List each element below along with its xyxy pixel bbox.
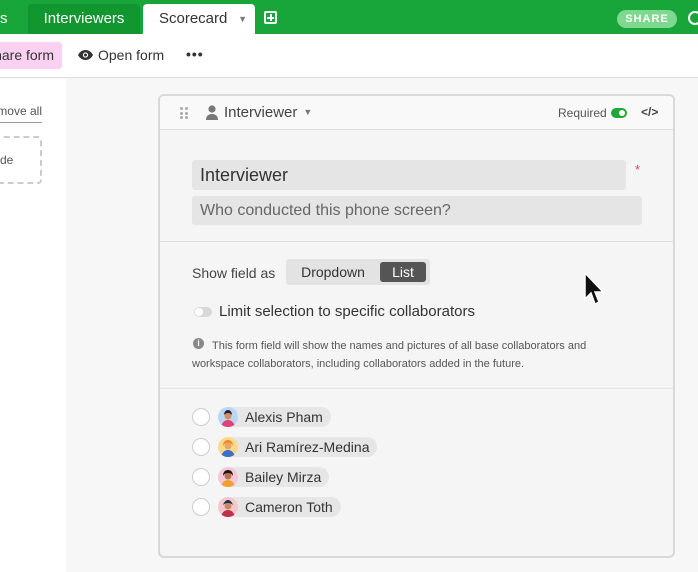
radio-button[interactable]: [192, 438, 210, 456]
field-description-input[interactable]: Who conducted this phone screen?: [192, 196, 642, 225]
required-toggle[interactable]: [611, 108, 627, 118]
person-icon: [206, 105, 218, 120]
tab-scorecard-label: Scorecard: [159, 10, 228, 27]
form-field-card[interactable]: Interviewer ▼ Required </> Interviewer * …: [158, 94, 675, 558]
show-field-label: Show field as: [192, 265, 276, 281]
collaborator-name: Bailey Mirza: [245, 469, 322, 485]
avatar: [218, 497, 238, 517]
collaborator-pill: Alexis Pham: [218, 407, 331, 427]
view-toolbar: Share form Open form •••: [0, 34, 698, 78]
tab-previous[interactable]: s: [0, 4, 22, 34]
chevron-down-icon[interactable]: ▼: [238, 4, 247, 34]
limit-collaborators-label[interactable]: Limit selection to specific collaborator…: [219, 303, 475, 320]
display-mode-toggle: Dropdown List: [286, 259, 430, 285]
display-dropdown-option[interactable]: Dropdown: [286, 259, 380, 285]
drag-handle-icon[interactable]: [180, 107, 188, 119]
info-text: This form field will show the names and …: [192, 340, 587, 370]
share-button[interactable]: SHARE: [617, 10, 677, 28]
field-card-header: Interviewer ▼ Required </>: [160, 96, 673, 130]
history-icon[interactable]: [688, 11, 698, 25]
collaborator-name: Alexis Pham: [245, 409, 323, 425]
open-form-label: Open form: [98, 47, 165, 63]
required-star: *: [635, 162, 641, 177]
radio-button[interactable]: [192, 498, 210, 516]
limit-collaborators-toggle[interactable]: [194, 307, 212, 317]
avatar: [218, 437, 238, 457]
hidden-field-dropzone[interactable]: de: [0, 136, 42, 184]
open-form-button[interactable]: Open form: [78, 42, 164, 69]
more-options-button[interactable]: •••: [186, 42, 204, 69]
chevron-down-icon: ▼: [303, 107, 313, 117]
avatar: [218, 407, 238, 427]
tab-interviewers[interactable]: Interviewers: [28, 4, 140, 34]
divider: [160, 388, 673, 389]
base-tab-bar: s Interviewers Scorecard ▼ SHARE: [0, 0, 698, 34]
collaborator-pill: Ari Ramírez-Medina: [218, 437, 378, 457]
collaborator-pill: Cameron Toth: [218, 497, 341, 517]
add-table-icon[interactable]: [264, 11, 277, 24]
avatar: [218, 467, 238, 487]
tab-scorecard[interactable]: Scorecard ▼: [143, 4, 255, 34]
required-label: Required: [558, 106, 607, 120]
share-form-button[interactable]: Share form: [0, 42, 62, 69]
display-list-option[interactable]: List: [380, 262, 426, 282]
field-title-input[interactable]: Interviewer: [192, 160, 626, 190]
radio-button[interactable]: [192, 408, 210, 426]
eye-icon: [78, 50, 93, 61]
remove-all-link[interactable]: Remove all: [0, 104, 42, 123]
radio-button[interactable]: [192, 468, 210, 486]
hidden-field-label: de: [0, 153, 14, 167]
mouse-cursor-icon: [584, 271, 605, 306]
field-type-label: Interviewer: [224, 104, 298, 121]
code-icon[interactable]: </>: [641, 105, 658, 119]
fields-sidebar: Remove all de: [0, 79, 66, 572]
collaborator-pill: Bailey Mirza: [218, 467, 330, 487]
field-type-selector[interactable]: Interviewer ▼: [224, 104, 312, 121]
collaborator-name: Cameron Toth: [245, 499, 333, 515]
collaborator-name: Ari Ramírez-Medina: [245, 439, 370, 455]
divider: [160, 241, 673, 242]
